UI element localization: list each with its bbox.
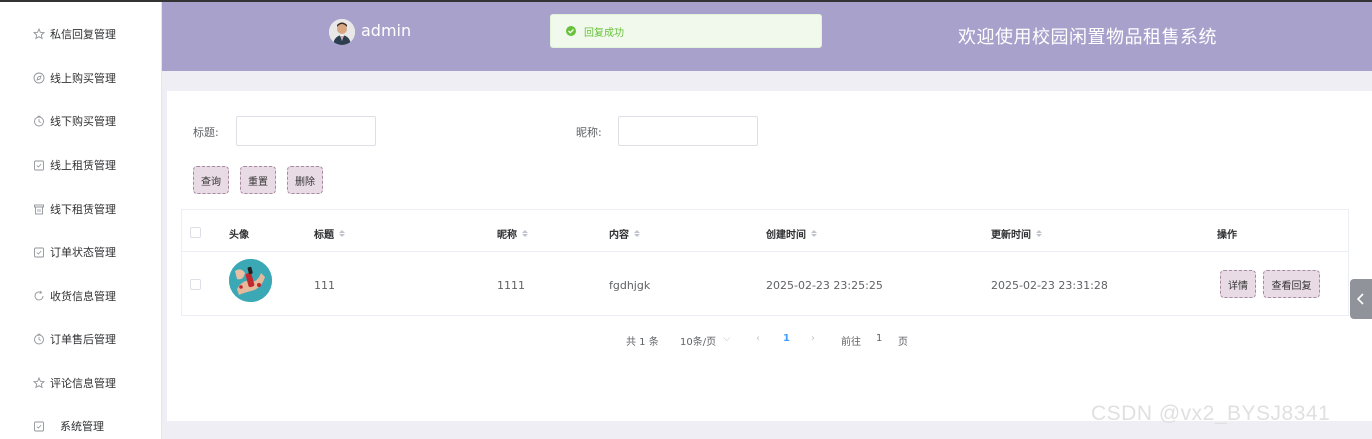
sidebar-item-label: 线上购买管理 [50,72,116,85]
column-header-label: 内容 [609,230,629,241]
calendar-check-icon [33,246,45,258]
sidebar-item-online-purchase[interactable]: 线上购买管理 [0,63,162,93]
cell-created-time: 2025-02-23 23:25:25 [766,279,883,292]
title-filter-label: 标题: [193,126,219,139]
sidebar-item-label: 私信回复管理 [50,28,116,41]
query-button[interactable]: 查询 [193,166,229,194]
sidebar-item-label: 系统管理 [60,420,104,433]
sidebar-item-comments[interactable]: 评论信息管理 [0,368,162,398]
sidebar-item-order-status[interactable]: 订单状态管理 [0,237,162,267]
delete-button[interactable]: 删除 [287,166,323,194]
collapse-handle[interactable] [1350,279,1372,319]
sort-caret-icon[interactable] [522,230,528,237]
chevron-left-icon [1356,293,1364,305]
nickname-filter-input[interactable] [618,116,758,146]
column-header-content[interactable]: 内容 [609,226,640,241]
admin-avatar[interactable] [329,19,355,45]
sidebar-item-offline-rental[interactable]: 线下租赁管理 [0,194,162,224]
row-avatar-image [229,259,272,302]
chevron-down-icon[interactable]: ⌵ [723,333,731,344]
reset-button[interactable]: 重置 [240,166,276,194]
calendar-check-icon [33,159,45,171]
goto-label: 前往 [841,337,861,348]
view-reply-button[interactable]: 查看回复 [1263,270,1320,298]
row-checkbox[interactable] [190,279,201,290]
success-toast: 回复成功 [550,14,822,48]
system-title: 欢迎使用校园闲置物品租售系统 [958,27,1217,48]
select-all-checkbox[interactable] [190,227,201,238]
admin-username[interactable]: admin [361,21,411,40]
next-page-icon[interactable]: › [811,333,815,344]
sidebar-item-label: 线上租赁管理 [50,159,116,172]
cell-title: 111 [314,279,335,292]
cell-nickname: 1111 [497,279,525,292]
sort-caret-icon[interactable] [339,230,345,237]
prev-page-icon[interactable]: ‹ [756,333,760,344]
sidebar: 私信回复管理 线上购买管理 线下购买管理 线上租赁管理 线下租赁管理 订单状态管… [0,2,162,439]
sidebar-item-private-message-reply[interactable]: 私信回复管理 [0,19,162,49]
nickname-filter-label: 昵称: [576,126,602,139]
page-suffix: 页 [898,337,908,348]
sidebar-item-label: 线下购买管理 [50,115,116,128]
current-page-number[interactable]: 1 [783,333,790,344]
sidebar-item-label: 订单售后管理 [50,333,116,346]
star-icon [33,28,45,40]
sidebar-item-system[interactable]: 系统管理 [0,411,162,439]
sidebar-item-label: 收货信息管理 [50,290,116,303]
check-circle-icon [566,26,576,36]
column-header-label: 操作 [1217,230,1237,241]
clock-icon [33,333,45,345]
column-header-label: 头像 [229,230,249,241]
sidebar-item-after-sales[interactable]: 订单售后管理 [0,324,162,354]
clock-icon [33,115,45,127]
pagination-total: 共 1 条 [626,337,659,348]
sidebar-item-shipping-info[interactable]: 收货信息管理 [0,281,162,311]
column-header-label: 昵称 [497,230,517,241]
cell-content: fgdhjgk [609,279,651,292]
column-header-avatar: 头像 [229,226,249,241]
cell-updated-time: 2025-02-23 23:31:28 [991,279,1108,292]
goto-page-input[interactable]: 1 [876,333,882,344]
sort-caret-icon[interactable] [1036,230,1042,237]
column-header-updated[interactable]: 更新时间 [991,226,1042,241]
sidebar-item-label: 评论信息管理 [50,377,116,390]
trash-icon [33,203,45,215]
column-header-label: 更新时间 [991,230,1031,241]
sidebar-item-offline-purchase[interactable]: 线下购买管理 [0,106,162,136]
table-header-divider [182,251,1348,252]
sidebar-item-label: 线下租赁管理 [50,203,116,216]
detail-button[interactable]: 详情 [1220,270,1256,298]
sidebar-item-online-rental[interactable]: 线上租赁管理 [0,150,162,180]
column-header-nickname[interactable]: 昵称 [497,226,528,241]
column-header-title[interactable]: 标题 [314,226,345,241]
refresh-icon [33,290,45,302]
page-size-select[interactable]: 10条/页 [680,333,716,348]
sort-caret-icon[interactable] [634,230,640,237]
title-filter-input[interactable] [236,116,376,146]
watermark-text: CSDN @vx2_BYSJ8341 [1091,402,1331,425]
data-table [181,209,1349,316]
sort-caret-icon[interactable] [811,230,817,237]
column-header-actions: 操作 [1217,226,1237,241]
calendar-check-icon [33,420,45,432]
sidebar-item-label: 订单状态管理 [50,246,116,259]
column-header-created[interactable]: 创建时间 [766,226,817,241]
column-header-label: 创建时间 [766,230,806,241]
star-icon [33,377,45,389]
column-header-label: 标题 [314,230,334,241]
toast-message: 回复成功 [584,27,624,39]
compass-icon [33,72,45,84]
